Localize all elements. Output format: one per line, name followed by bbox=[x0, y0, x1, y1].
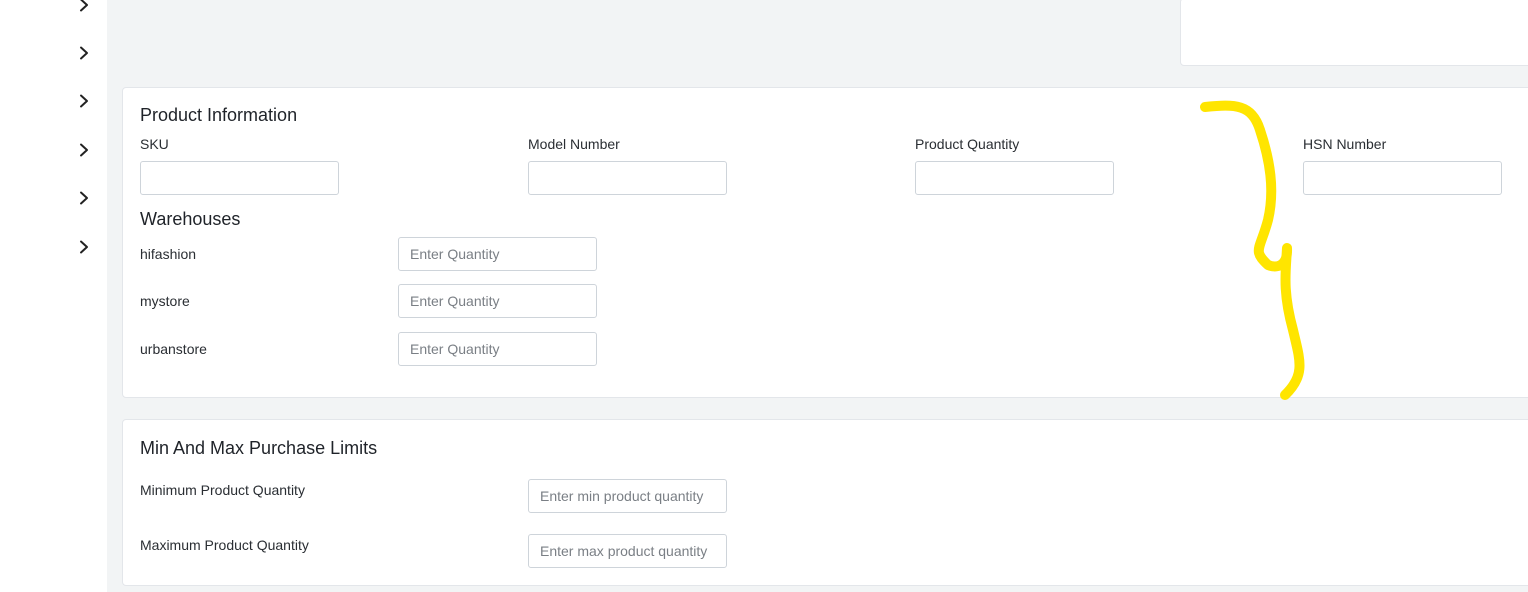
purchase-limits-card: Min And Max Purchase Limits Minimum Prod… bbox=[122, 419, 1528, 586]
warehouse-name: mystore bbox=[140, 293, 190, 309]
max-quantity-input[interactable] bbox=[528, 534, 727, 568]
warehouses-title: Warehouses bbox=[140, 209, 241, 229]
hsn-number-label: HSN Number bbox=[1303, 136, 1387, 152]
warehouse-name: hifashion bbox=[140, 246, 197, 262]
sku-label: SKU bbox=[140, 136, 169, 152]
model-number-label: Model Number bbox=[528, 136, 620, 152]
sidebar bbox=[0, 0, 107, 592]
sku-input[interactable] bbox=[140, 161, 339, 195]
chevron-right-icon[interactable] bbox=[76, 93, 92, 109]
hsn-number-input[interactable] bbox=[1303, 161, 1502, 195]
media-card bbox=[1180, 0, 1528, 66]
warehouse-quantity-input[interactable] bbox=[398, 237, 597, 271]
chevron-right-icon[interactable] bbox=[76, 142, 92, 158]
product-information-title: Product Information bbox=[140, 105, 298, 125]
warehouse-quantity-input[interactable] bbox=[398, 284, 597, 318]
model-number-input[interactable] bbox=[528, 161, 727, 195]
chevron-right-icon[interactable] bbox=[76, 45, 92, 61]
min-quantity-input[interactable] bbox=[528, 479, 727, 513]
max-quantity-label: Maximum Product Quantity bbox=[140, 537, 309, 553]
product-quantity-input[interactable] bbox=[915, 161, 1114, 195]
warehouse-quantity-input[interactable] bbox=[398, 332, 597, 366]
chevron-right-icon[interactable] bbox=[76, 239, 92, 255]
warehouse-name: urbanstore bbox=[140, 341, 207, 357]
product-quantity-label: Product Quantity bbox=[915, 136, 1020, 152]
chevron-right-icon[interactable] bbox=[76, 190, 92, 206]
purchase-limits-title: Min And Max Purchase Limits bbox=[140, 438, 378, 458]
chevron-right-icon[interactable] bbox=[76, 0, 92, 13]
min-quantity-label: Minimum Product Quantity bbox=[140, 482, 305, 498]
product-information-card: Product Information SKU Model Number Pro… bbox=[122, 87, 1528, 398]
